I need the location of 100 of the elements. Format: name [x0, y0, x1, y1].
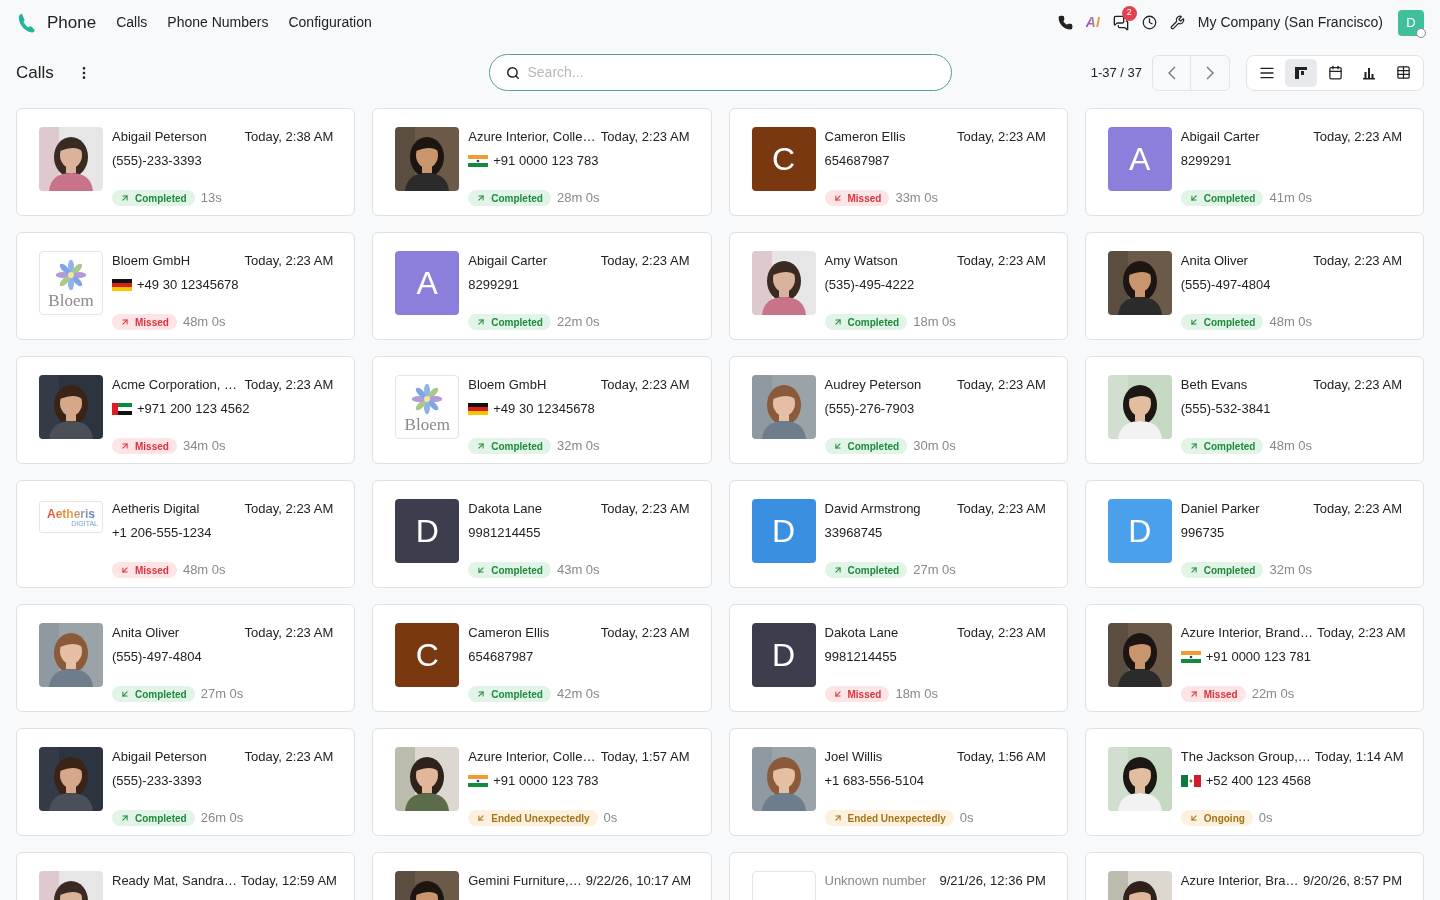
- menu-link[interactable]: Calls: [116, 12, 148, 33]
- status-badge: Completed: [824, 314, 908, 330]
- caller-name: Abigail Peterson: [112, 748, 207, 767]
- caller-name: Azure Interior, Colle…: [468, 748, 596, 767]
- call-duration: 0s: [603, 809, 618, 828]
- call-card[interactable]: Amy Watson Today, 2:23 AM (535)-495-4222 Completed 18m 0s: [728, 232, 1068, 340]
- status-badge: Missed: [824, 190, 890, 206]
- company-logo: Bloem: [395, 375, 460, 439]
- call-duration: 48m 0s: [182, 313, 226, 332]
- letter-avatar: A: [1107, 127, 1172, 191]
- wrench-icon[interactable]: [1169, 15, 1185, 30]
- call-duration: 48m 0s: [1269, 313, 1313, 332]
- flag-icon: [112, 403, 132, 415]
- call-card[interactable]: A Abigail Carter Today, 2:23 AM 8299291 Completed 22m 0s: [372, 232, 712, 340]
- kanban-icon: [1294, 65, 1308, 80]
- phone-number: 9981214455: [824, 648, 897, 667]
- call-card[interactable]: Abigail Peterson Today, 2:38 AM (555)-233-3393 Completed 13s: [16, 108, 356, 216]
- call-card[interactable]: Unknown number 9/21/26, 12:36 PM: [728, 852, 1068, 900]
- clock-icon[interactable]: [1141, 15, 1157, 30]
- call-card[interactable]: Azure Interior, Bra… 9/20/26, 8:57 PM: [1084, 852, 1424, 900]
- call-card[interactable]: D David Armstrong Today, 2:23 AM 33968745 Completed 27m 0s: [728, 480, 1068, 588]
- call-card[interactable]: Azure Interior, Colle… Today, 2:23 AM +91 0000 123 783 Completed 28m 0s: [372, 108, 712, 216]
- caller-name: Anita Oliver: [112, 624, 180, 643]
- page-title: Calls: [16, 61, 54, 84]
- call-time: Today, 1:57 AM: [600, 748, 690, 767]
- chevron-left-icon: [1167, 65, 1176, 80]
- status-badge: Missed: [112, 314, 177, 330]
- phone-number: (555)-233-3393: [112, 772, 202, 791]
- phone-number: 8299291: [1180, 152, 1232, 171]
- company-logo: Bloem: [39, 251, 103, 315]
- flag-icon: [1180, 651, 1201, 663]
- status-badge: Completed: [468, 190, 551, 206]
- call-card[interactable]: Joel Willis Today, 1:56 AM +1 683-556-5104 Ended Unexpectedly 0s: [728, 728, 1068, 836]
- call-card[interactable]: The Jackson Group,… Today, 1:14 AM +52 400 123 4568 Ongoing 0s: [1084, 728, 1424, 836]
- call-card[interactable]: Abigail Peterson Today, 2:23 AM (555)-233-3393 Completed 26m 0s: [16, 728, 356, 836]
- call-duration: 0s: [959, 809, 974, 828]
- phone-number: (535)-495-4222: [824, 276, 915, 295]
- call-card[interactable]: D Dakota Lane Today, 2:23 AM 9981214455 Completed 43m 0s: [372, 480, 712, 588]
- caller-name: Gemini Furniture,…: [468, 872, 582, 891]
- call-time: 9/21/26, 12:36 PM: [939, 872, 1046, 891]
- phone-number: +52 400 123 4568: [1205, 772, 1311, 791]
- view-switch-button[interactable]: [1285, 58, 1317, 87]
- call-card[interactable]: Bloem Bloem GmbH Today, 2:23 AM +49 30 12345678 Missed 48m 0s: [16, 232, 356, 340]
- phone-number: (555)-497-4804: [112, 648, 202, 667]
- call-card[interactable]: Anita Oliver Today, 2:23 AM (555)-497-4804 Completed 27m 0s: [16, 604, 356, 712]
- menu-link[interactable]: Phone Numbers: [167, 12, 269, 33]
- call-time: Today, 2:23 AM: [1313, 500, 1402, 519]
- call-time: Today, 2:23 AM: [1317, 624, 1406, 643]
- letter-avatar: A: [395, 251, 460, 315]
- call-card[interactable]: Beth Evans Today, 2:23 AM (555)-532-3841 Completed 48m 0s: [1084, 356, 1424, 464]
- call-time: Today, 2:23 AM: [244, 252, 334, 271]
- call-time: Today, 2:23 AM: [244, 748, 334, 767]
- phone-number: +1 206-555-1234: [112, 524, 212, 543]
- status-badge: Ended Unexpectedly: [824, 810, 954, 826]
- call-card[interactable]: Anita Oliver Today, 2:23 AM (555)-497-4804 Completed 48m 0s: [1084, 232, 1424, 340]
- phone-icon[interactable]: [1057, 15, 1073, 30]
- call-card[interactable]: Gemini Furniture,… 9/22/26, 10:17 AM: [372, 852, 712, 900]
- call-duration: 18m 0s: [913, 313, 956, 332]
- caller-name: Bloem GmbH: [468, 376, 547, 395]
- caller-name: Abigail Carter: [1180, 128, 1260, 147]
- status-badge: Completed: [468, 686, 551, 702]
- phone-number: 654687987: [824, 152, 890, 171]
- phone-number: (555)-276-7903: [824, 400, 915, 419]
- call-card[interactable]: C Cameron Ellis Today, 2:23 AM 654687987 Completed 42m 0s: [372, 604, 712, 712]
- call-time: Today, 2:38 AM: [244, 128, 334, 147]
- status-badge: Missed: [824, 686, 890, 702]
- caller-name: Amy Watson: [824, 252, 898, 271]
- call-card[interactable]: Ready Mat, Sandra… Today, 12:59 AM: [16, 852, 356, 900]
- app-title[interactable]: Phone: [47, 9, 97, 36]
- call-card[interactable]: Audrey Peterson Today, 2:23 AM (555)-276-7903 Completed 30m 0s: [728, 356, 1068, 464]
- caller-name: Bloem GmbH: [112, 252, 191, 271]
- call-card[interactable]: C Cameron Ellis Today, 2:23 AM 654687987 Missed 33m 0s: [728, 108, 1068, 216]
- call-card[interactable]: D Daniel Parker Today, 2:23 AM 996735 Completed 32m 0s: [1084, 480, 1424, 588]
- phone-number: 9981214455: [468, 524, 541, 543]
- search-icon: [505, 65, 520, 80]
- caller-name: Abigail Carter: [468, 252, 547, 271]
- menu-link[interactable]: Configuration: [288, 12, 372, 33]
- phone-number: 654687987: [468, 648, 534, 667]
- call-card[interactable]: D Dakota Lane Today, 2:23 AM 9981214455 Missed 18m 0s: [728, 604, 1068, 712]
- call-duration: 22m 0s: [556, 313, 600, 332]
- status-badge: Completed: [824, 438, 908, 454]
- status-badge: Completed: [1180, 190, 1264, 206]
- letter-avatar: D: [751, 499, 816, 563]
- call-card[interactable]: Bloem Bloem GmbH Today, 2:23 AM +49 30 12345678 Completed 32m 0s: [372, 356, 712, 464]
- call-card[interactable]: A Abigail Carter Today, 2:23 AM 8299291 Completed 41m 0s: [1084, 108, 1424, 216]
- call-time: Today, 2:23 AM: [244, 500, 334, 519]
- call-card[interactable]: Azure Interior, Colle… Today, 1:57 AM +91 0000 123 783 Ended Unexpectedly 0s: [372, 728, 712, 836]
- chat-icon[interactable]: [1112, 14, 1129, 31]
- call-time: Today, 2:23 AM: [600, 624, 690, 643]
- letter-avatar: D: [1107, 499, 1172, 563]
- company-switcher[interactable]: My Company (San Francisco): [1197, 12, 1383, 33]
- search-field[interactable]: Search...: [488, 54, 952, 91]
- search-input[interactable]: Search...: [527, 62, 935, 83]
- caller-name: Azure Interior, Bra…: [1180, 872, 1299, 891]
- status-badge: Completed: [112, 810, 195, 826]
- status-badge: Completed: [468, 314, 551, 330]
- status-badge: Completed: [824, 562, 908, 578]
- call-card[interactable]: Acme Corporation, … Today, 2:23 AM +971 200 123 4562 Missed 34m 0s: [16, 356, 356, 464]
- call-card[interactable]: Azure Interior, Brand… Today, 2:23 AM +91 0000 123 781 Missed 22m 0s: [1084, 604, 1424, 712]
- pager-value[interactable]: 1-37 / 37: [1090, 62, 1142, 83]
